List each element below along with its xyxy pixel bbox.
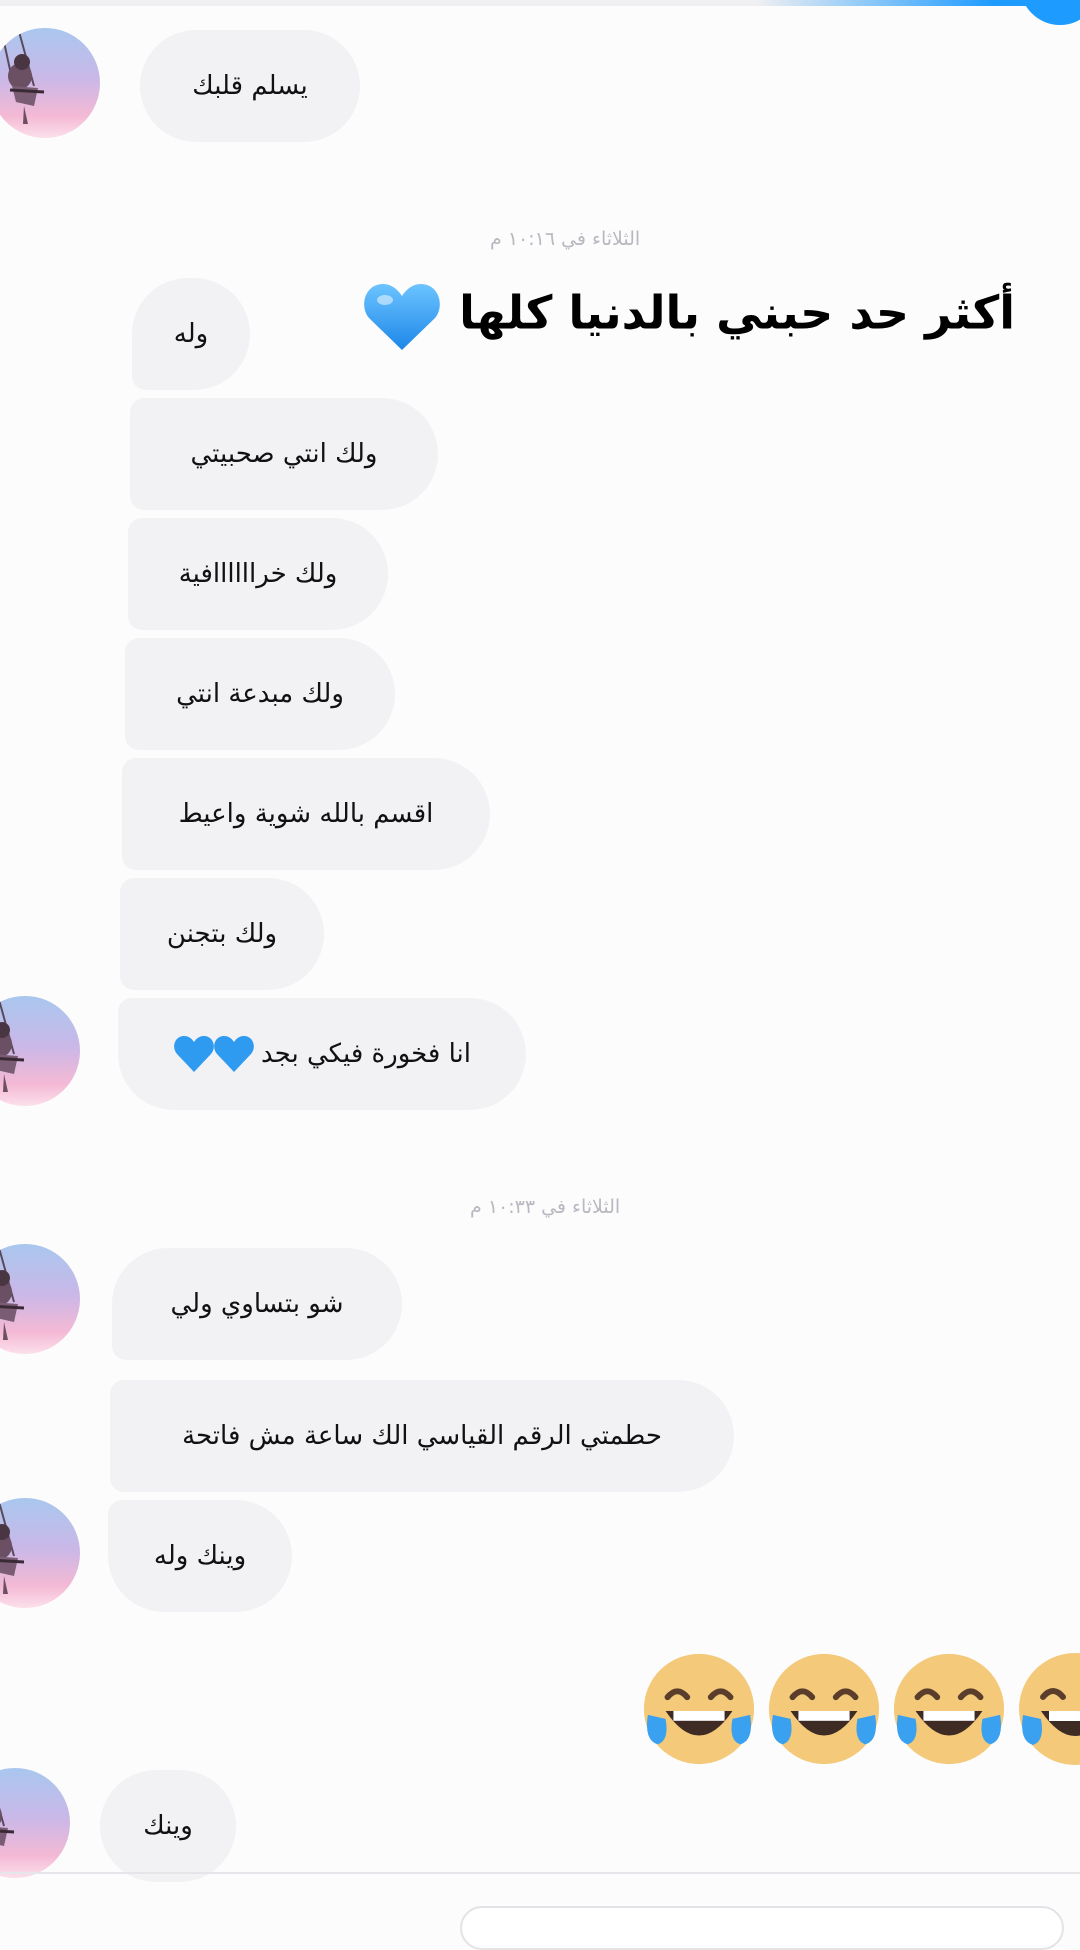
blue-heart-icon (364, 284, 440, 350)
message-text: حطمتي الرقم القياسي الك ساعة مش فاتحة (182, 1421, 662, 1451)
message-text: وله (173, 319, 209, 349)
contact-avatar[interactable] (0, 996, 80, 1106)
message-text: ولك خراااااافية (178, 559, 338, 589)
composer-divider (0, 1872, 1080, 1874)
contact-avatar[interactable] (0, 1244, 80, 1354)
incoming-message[interactable]: وله (132, 278, 250, 390)
incoming-message[interactable]: ولك مبدعة انتي (125, 638, 395, 750)
incoming-message[interactable]: ولك بتجنن (120, 878, 324, 990)
message-text: ولك مبدعة انتي (176, 679, 344, 709)
swing-girl-icon (0, 28, 46, 126)
timestamp: الثلاثاء في ١٠:١٦ م (490, 228, 641, 250)
message-text: ولك انتي صحبيتي (190, 439, 378, 469)
face-with-tears-of-joy-icon (893, 1653, 1005, 1765)
face-with-tears-of-joy-icon (643, 1653, 755, 1765)
message-text: اقسم بالله شوية واعيط (178, 799, 434, 829)
swing-girl-icon (0, 1768, 16, 1866)
message-text: انا فخورة فيكي بجد (261, 1039, 471, 1069)
incoming-message[interactable]: اقسم بالله شوية واعيط (122, 758, 490, 870)
contact-avatar[interactable] (0, 28, 100, 138)
incoming-message[interactable]: ولك خراااااافية (128, 518, 388, 630)
timestamp: الثلاثاء في ١٠:٣٣ م (470, 1196, 621, 1218)
contact-avatar[interactable] (0, 1768, 70, 1878)
overlay-caption: أكثر حد حبني بالدنيا كلها (355, 280, 1015, 352)
incoming-message[interactable]: انا فخورة فيكي بجد (118, 998, 526, 1110)
incoming-message[interactable]: وينك وله (108, 1500, 292, 1612)
blue-heart-icon (174, 1036, 254, 1072)
caption-text: أكثر حد حبني بالدنيا كلها (459, 285, 1015, 340)
face-with-tears-of-joy-icon (1019, 1653, 1080, 1765)
swing-girl-icon (0, 1498, 26, 1596)
message-text: شو بتساوي ولي (170, 1289, 344, 1319)
swing-girl-icon (0, 996, 26, 1094)
message-text: وينك (143, 1811, 193, 1841)
top-accent-shape (1020, 0, 1080, 25)
message-text: ولك بتجنن (166, 919, 278, 949)
incoming-message[interactable]: يسلم قلبك (140, 30, 360, 142)
message-input[interactable] (460, 1906, 1064, 1950)
message-text: وينك وله (153, 1541, 247, 1571)
incoming-message[interactable]: حطمتي الرقم القياسي الك ساعة مش فاتحة (110, 1380, 734, 1492)
top-progress-bar (0, 0, 1080, 6)
incoming-message[interactable]: شو بتساوي ولي (112, 1248, 402, 1360)
incoming-message[interactable]: ولك انتي صحبيتي (130, 398, 438, 510)
swing-girl-icon (0, 1244, 26, 1342)
contact-avatar[interactable] (0, 1498, 80, 1608)
message-text: يسلم قلبك (192, 71, 308, 101)
incoming-message[interactable]: وينك (100, 1770, 236, 1882)
face-with-tears-of-joy-icon (768, 1653, 880, 1765)
